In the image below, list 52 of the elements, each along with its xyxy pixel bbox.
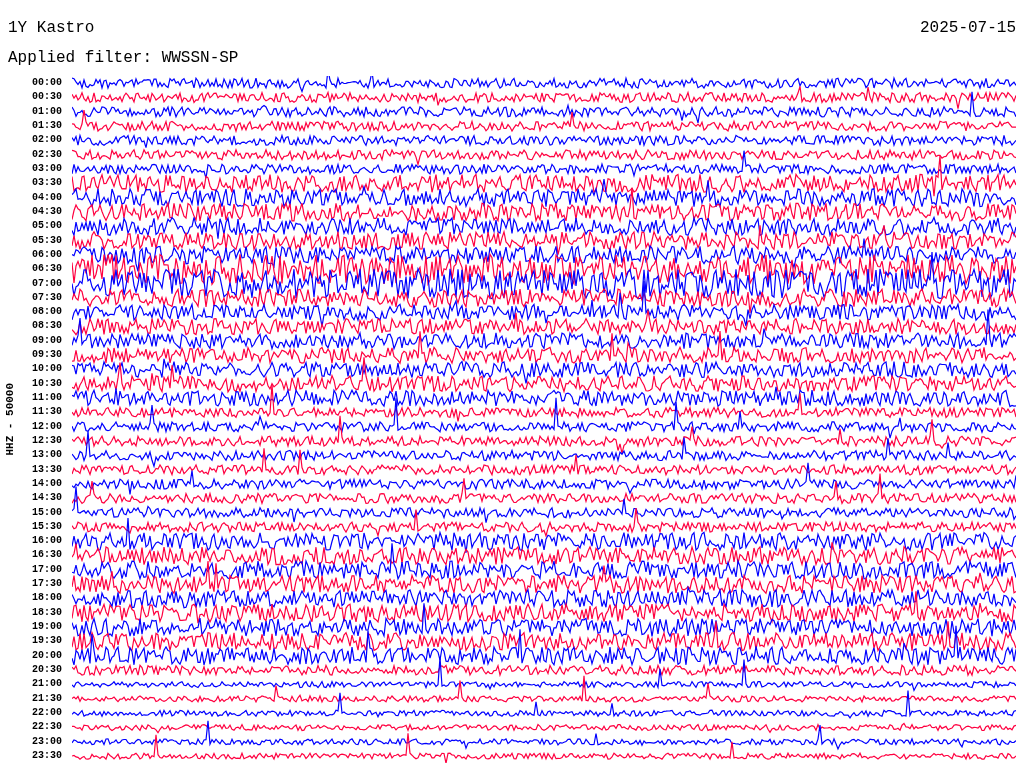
time-label: 22:00 (32, 707, 62, 718)
time-label: 03:00 (32, 164, 62, 175)
time-label: 07:00 (32, 278, 62, 289)
time-label: 08:30 (32, 321, 62, 332)
time-label: 01:00 (32, 106, 62, 117)
axis-label: HHZ - 50000 (2, 383, 17, 456)
time-label: 05:00 (32, 221, 62, 232)
time-label: 02:30 (32, 149, 62, 160)
time-label: 21:00 (32, 679, 62, 690)
time-label: 11:30 (32, 407, 62, 418)
time-label: 22:30 (32, 722, 62, 733)
time-label: 10:00 (32, 364, 62, 375)
time-label: 00:30 (32, 92, 62, 103)
time-label: 23:00 (32, 736, 62, 747)
time-label: 07:30 (32, 292, 62, 303)
time-label: 11:00 (32, 393, 62, 404)
time-label: 04:30 (32, 206, 62, 217)
time-label: 21:30 (32, 693, 62, 704)
date-label: 2025-07-15 (920, 20, 1016, 36)
time-label: 23:30 (32, 750, 62, 761)
time-label: 18:00 (32, 593, 62, 604)
filter-label: Applied filter: WWSSN-SP (8, 49, 239, 67)
time-label: 20:00 (32, 650, 62, 661)
time-label: 04:00 (32, 192, 62, 203)
time-label: 17:30 (32, 579, 62, 590)
time-label: 00:00 (32, 78, 62, 89)
time-label: 06:00 (32, 249, 62, 260)
time-label: 20:30 (32, 664, 62, 675)
time-label: 15:30 (32, 521, 62, 532)
station-title: 1Y Kastro (8, 20, 95, 36)
time-label: 16:00 (32, 536, 62, 547)
time-label: 09:30 (32, 350, 62, 361)
time-label: 12:30 (32, 435, 62, 446)
time-label: 19:00 (32, 622, 62, 633)
time-label: 14:30 (32, 493, 62, 504)
time-label: 19:30 (32, 636, 62, 647)
time-label: 13:30 (32, 464, 62, 475)
time-label: 05:30 (32, 235, 62, 246)
time-label: 01:30 (32, 121, 62, 132)
time-label: 16:30 (32, 550, 62, 561)
time-label: 10:30 (32, 378, 62, 389)
time-label: 13:00 (32, 450, 62, 461)
time-label: 02:00 (32, 135, 62, 146)
time-label: 08:00 (32, 307, 62, 318)
time-label: 18:30 (32, 607, 62, 618)
time-label: 09:00 (32, 335, 62, 346)
time-label: 06:30 (32, 264, 62, 275)
time-label: 15:00 (32, 507, 62, 518)
time-label: 03:30 (32, 178, 62, 189)
time-label: 12:00 (32, 421, 62, 432)
time-label: 14:00 (32, 478, 62, 489)
time-label: 17:00 (32, 564, 62, 575)
